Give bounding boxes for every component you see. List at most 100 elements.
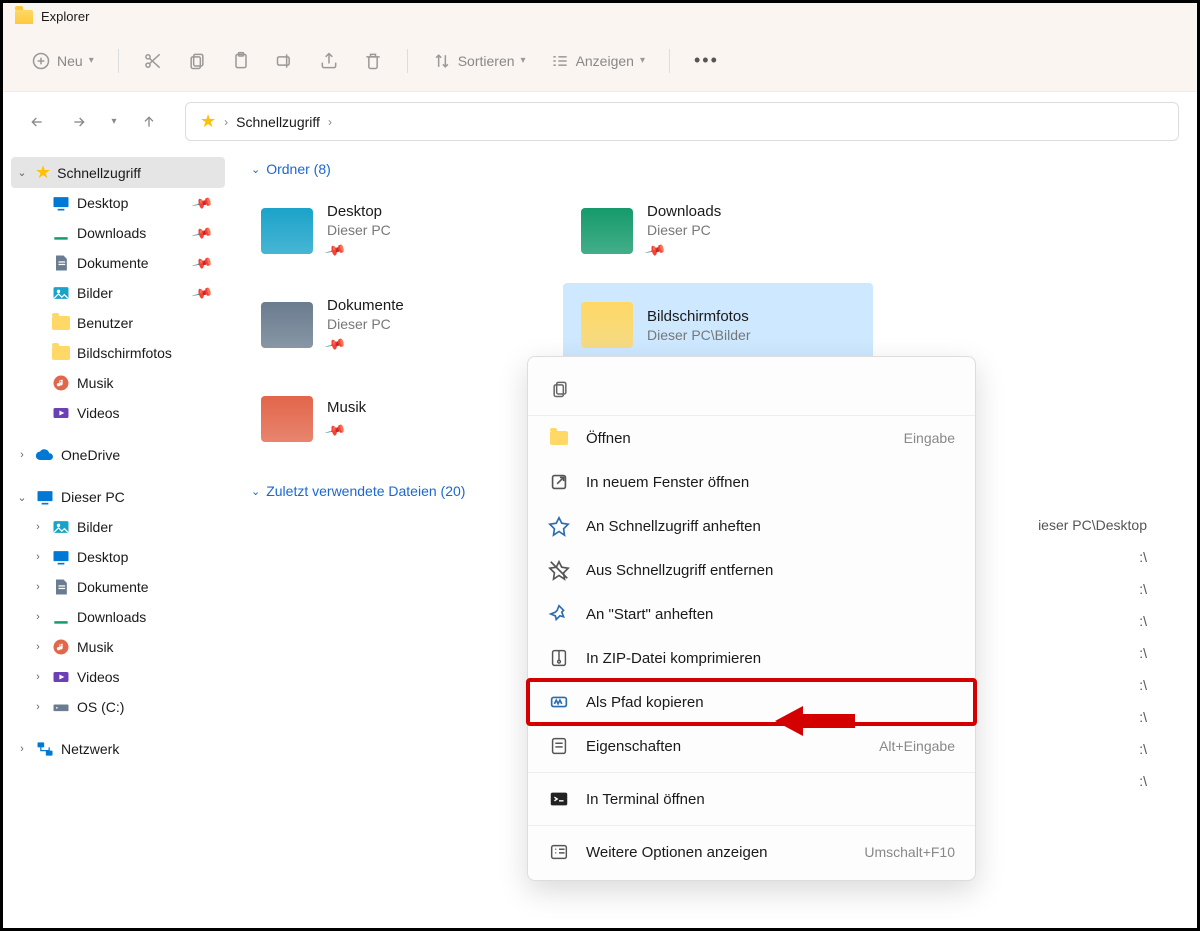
folder-icon (15, 10, 33, 24)
sidebar-item[interactable]: ›Videos (11, 662, 225, 692)
context-menu-item[interactable]: Aus Schnellzugriff entfernen (528, 548, 975, 592)
label: OneDrive (61, 447, 221, 463)
copy-button[interactable] (177, 45, 217, 77)
context-menu-item[interactable]: Als Pfad kopieren (528, 680, 975, 724)
sidebar-item[interactable]: Musik (11, 368, 225, 398)
sidebar-item[interactable]: Benutzer (11, 308, 225, 338)
path-icon (548, 691, 570, 713)
delete-button[interactable] (353, 45, 393, 77)
path: :\ (1139, 549, 1147, 565)
desktop-icon (51, 193, 71, 213)
context-menu-item[interactable]: An Schnellzugriff anheften (528, 504, 975, 548)
context-menu-item[interactable]: In neuem Fenster öffnen (528, 460, 975, 504)
label: Schnellzugriff (57, 165, 221, 181)
label: Desktop (77, 549, 221, 565)
sidebar-item[interactable]: Bildschirmfotos (11, 338, 225, 368)
folder-name: Bildschirmfotos (647, 308, 750, 325)
document-icon (51, 577, 71, 597)
label: Zuletzt verwendete Dateien (20) (266, 483, 465, 499)
folder-card[interactable]: Downloads Dieser PC 📌 (563, 189, 873, 273)
folder-card[interactable]: Musik 📌 (243, 377, 553, 461)
sidebar-item[interactable]: ›OS (C:) (11, 692, 225, 722)
picture-icon (51, 283, 71, 303)
recent-dropdown[interactable]: ▾ (105, 106, 123, 138)
trash-icon (363, 51, 383, 71)
back-button[interactable] (21, 106, 53, 138)
sidebar-this-pc[interactable]: ⌄ Dieser PC (11, 482, 225, 512)
path: :\ (1139, 677, 1147, 693)
video-icon (51, 667, 71, 687)
label: Videos (77, 669, 221, 685)
label: Dieser PC (61, 489, 221, 505)
context-menu: Öffnen Eingabe In neuem Fenster öffnen A… (527, 356, 976, 881)
sidebar-item[interactable]: Desktop📌 (11, 188, 225, 218)
path: :\ (1139, 581, 1147, 597)
folder-location: Dieser PC (647, 222, 721, 238)
copy-icon (187, 51, 207, 71)
folders-section-header[interactable]: ⌄ Ordner (8) (243, 157, 1187, 181)
folder-icon (261, 396, 313, 442)
sidebar-onedrive[interactable]: › OneDrive (11, 440, 225, 470)
folder-card[interactable]: Dokumente Dieser PC 📌 (243, 283, 553, 367)
pin-icon: 📌 (644, 239, 668, 262)
label: In Terminal öffnen (586, 791, 939, 808)
label: Downloads (77, 225, 188, 241)
titlebar: Explorer (3, 3, 1197, 30)
more-button[interactable]: ••• (684, 44, 729, 77)
sidebar-item[interactable]: ›Downloads (11, 602, 225, 632)
sidebar-item[interactable]: Bilder📌 (11, 278, 225, 308)
folder-name: Downloads (647, 203, 721, 220)
sidebar-quick-access[interactable]: ⌄ ★ Schnellzugriff (11, 157, 225, 188)
chevron-down-icon: ⌄ (251, 485, 260, 498)
sidebar-item[interactable]: Downloads📌 (11, 218, 225, 248)
sidebar-item[interactable]: ›Bilder (11, 512, 225, 542)
new-label: Neu (57, 53, 83, 69)
rename-button[interactable] (265, 45, 305, 77)
pin-icon: 📌 (190, 221, 214, 244)
copy-button[interactable] (542, 371, 578, 407)
pin-icon: 📌 (324, 419, 348, 442)
label: Aus Schnellzugriff entfernen (586, 562, 939, 579)
label: Benutzer (77, 315, 221, 331)
video-icon (51, 403, 71, 423)
sidebar-item[interactable]: Videos (11, 398, 225, 428)
folder-location: Dieser PC (327, 222, 391, 238)
context-menu-item[interactable]: Öffnen Eingabe (528, 416, 975, 460)
sidebar-network[interactable]: › Netzwerk (11, 734, 225, 764)
label: Downloads (77, 609, 221, 625)
paste-button[interactable] (221, 45, 261, 77)
chevron-down-icon: ⌄ (15, 491, 29, 504)
context-menu-item[interactable]: An "Start" anheften (528, 592, 975, 636)
label: Als Pfad kopieren (586, 694, 939, 711)
view-button[interactable]: Anzeigen ▾ (540, 45, 655, 77)
chevron-down-icon: ▾ (640, 55, 645, 66)
shortcut: Eingabe (904, 430, 955, 446)
sidebar-item[interactable]: ›Desktop (11, 542, 225, 572)
up-button[interactable] (133, 106, 165, 138)
label: Öffnen (586, 430, 888, 447)
sidebar-item[interactable]: ›Musik (11, 632, 225, 662)
forward-button[interactable] (63, 106, 95, 138)
context-menu-item[interactable]: In Terminal öffnen (528, 777, 975, 821)
drive-icon (51, 697, 71, 717)
breadcrumb[interactable]: ★ › Schnellzugriff › (185, 102, 1179, 141)
separator (528, 772, 975, 773)
chevron-right-icon: › (328, 115, 332, 129)
label: Bilder (77, 285, 188, 301)
context-menu-item[interactable]: Eigenschaften Alt+Eingabe (528, 724, 975, 768)
folder-card[interactable]: Desktop Dieser PC 📌 (243, 189, 553, 273)
share-icon (319, 51, 339, 71)
label: Netzwerk (61, 741, 221, 757)
context-menu-item[interactable]: In ZIP-Datei komprimieren (528, 636, 975, 680)
share-button[interactable] (309, 45, 349, 77)
path: :\ (1139, 645, 1147, 661)
new-button[interactable]: Neu ▾ (21, 45, 104, 77)
cut-button[interactable] (133, 45, 173, 77)
folder-card[interactable]: Bildschirmfotos Dieser PC\Bilder (563, 283, 873, 367)
sidebar-item[interactable]: Dokumente📌 (11, 248, 225, 278)
sidebar-item[interactable]: ›Dokumente (11, 572, 225, 602)
divider (407, 49, 408, 73)
folder-icon (581, 302, 633, 348)
context-menu-item[interactable]: Weitere Optionen anzeigen Umschalt+F10 (528, 830, 975, 874)
sort-button[interactable]: Sortieren ▾ (422, 45, 536, 77)
